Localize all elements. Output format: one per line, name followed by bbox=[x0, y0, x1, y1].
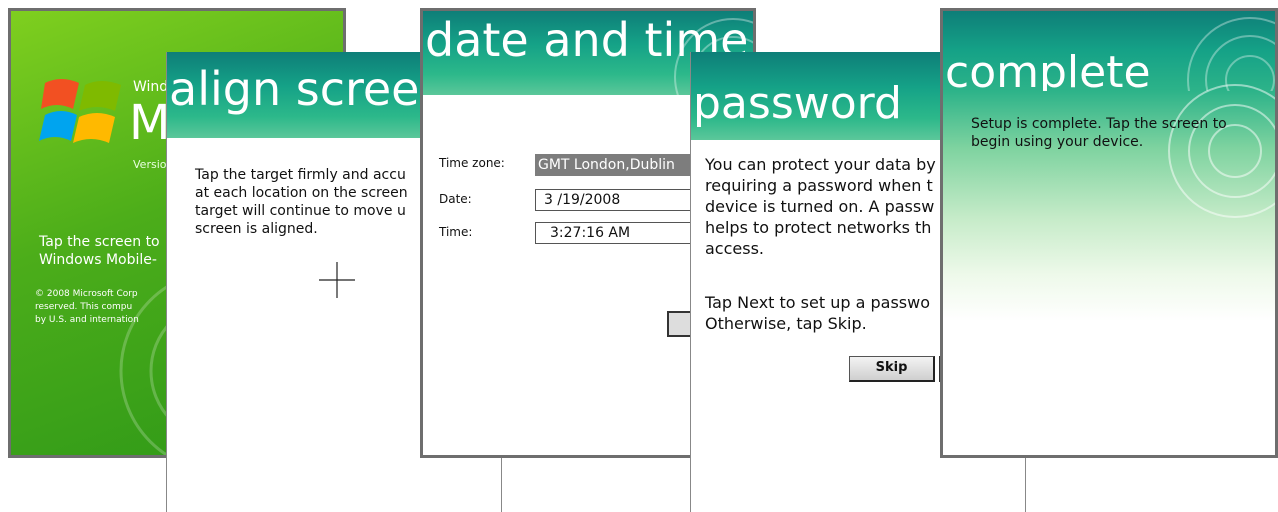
instruction-line: Otherwise, tap Skip. bbox=[705, 314, 867, 333]
screen-header: complete bbox=[943, 11, 1275, 91]
message-line: Setup is complete. Tap the screen to bbox=[971, 116, 1227, 132]
instruction-line: screen is aligned. bbox=[195, 221, 318, 237]
description-line: access. bbox=[705, 239, 764, 258]
instruction-line: at each location on the screen bbox=[195, 185, 408, 201]
time-field[interactable]: 3:27:16 AM bbox=[535, 222, 715, 244]
instruction-line: Tap Next to set up a passwo bbox=[705, 293, 930, 312]
time-label: Time: bbox=[439, 225, 473, 239]
timezone-dropdown[interactable]: GMT London,Dublin bbox=[535, 154, 715, 176]
calibration-target-icon[interactable] bbox=[319, 262, 355, 298]
password-description: You can protect your data by requiring a… bbox=[705, 154, 936, 259]
complete-message: Setup is complete. Tap the screen to beg… bbox=[971, 115, 1227, 151]
decorative-rings bbox=[1187, 17, 1275, 91]
copyright-line: reserved. This compu bbox=[35, 302, 133, 312]
copyright-line: by U.S. and internation bbox=[35, 315, 139, 325]
screen-title: align screen bbox=[169, 62, 449, 116]
message-line: begin using your device. bbox=[971, 134, 1144, 150]
copyright-notice: © 2008 Microsoft Corp reserved. This com… bbox=[35, 288, 139, 327]
description-line: helps to protect networks th bbox=[705, 218, 932, 237]
tap-line: Tap the screen to bbox=[39, 234, 160, 250]
password-next-instructions: Tap Next to set up a passwo Otherwise, t… bbox=[705, 292, 930, 334]
description-line: device is turned on. A passw bbox=[705, 197, 935, 216]
copyright-line: © 2008 Microsoft Corp bbox=[35, 289, 138, 299]
windows-logo-icon bbox=[39, 79, 121, 143]
align-instructions: Tap the target firmly and accu at each l… bbox=[195, 166, 408, 238]
description-line: You can protect your data by bbox=[705, 155, 936, 174]
skip-button[interactable]: Skip bbox=[849, 356, 935, 382]
complete-screen[interactable]: complete Setup is complete. Tap the scre… bbox=[940, 8, 1278, 458]
date-field[interactable]: 3 /19/2008 bbox=[535, 189, 715, 211]
instruction-line: Tap the target firmly and accu bbox=[195, 167, 406, 183]
date-label: Date: bbox=[439, 192, 472, 206]
timezone-label: Time zone: bbox=[439, 156, 505, 170]
tap-line: Windows Mobile- bbox=[39, 252, 157, 268]
screen-title: complete bbox=[945, 47, 1151, 91]
screen-title: password bbox=[693, 78, 902, 129]
tap-instruction: Tap the screen to Windows Mobile- bbox=[39, 233, 160, 269]
decorative-rings bbox=[1168, 84, 1275, 218]
instruction-line: target will continue to move u bbox=[195, 203, 406, 219]
description-line: requiring a password when t bbox=[705, 176, 933, 195]
